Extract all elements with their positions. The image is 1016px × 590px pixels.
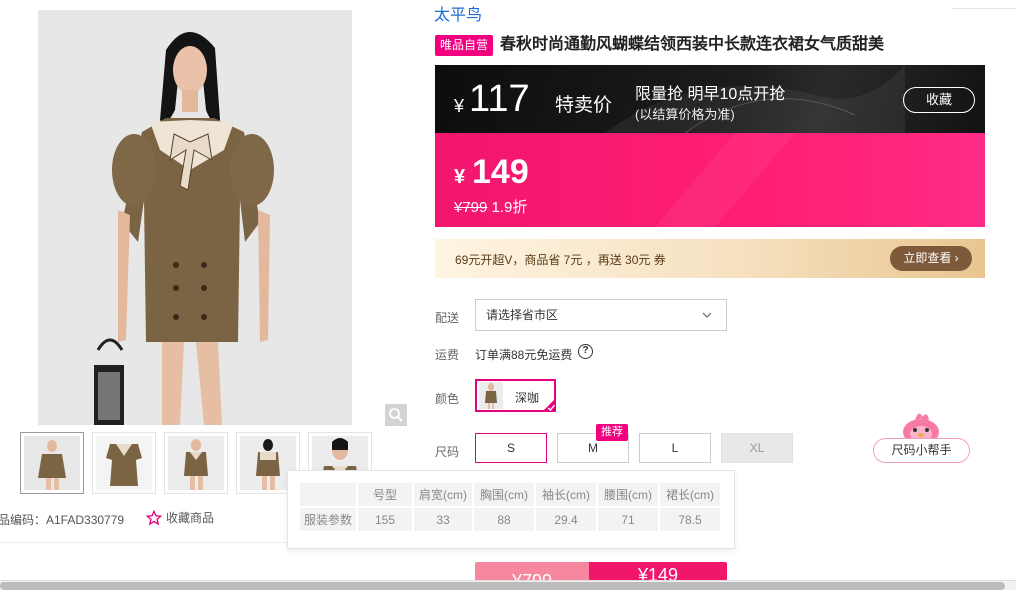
size-chart-header: 腰围(cm) [598, 483, 659, 506]
size-chart-cell: 29.4 [536, 508, 597, 531]
shipping-info: 订单满88元免运费 [475, 348, 573, 362]
color-option-selected[interactable]: 深咖 [475, 379, 556, 412]
size-chart-cell: 155 [358, 508, 413, 531]
original-price-row: ¥799 1.9折 [454, 196, 527, 217]
size-chart-row: 服装参数 155 33 88 29.4 71 78.5 [300, 508, 721, 531]
delivery-region-placeholder: 请选择省市区 [486, 308, 559, 322]
delivery-label: 配送 [435, 311, 460, 325]
size-chart-header: 裙长(cm) [660, 483, 721, 506]
favorite-button[interactable]: 收藏 [903, 87, 975, 113]
size-chart-header: 胸围(cm) [474, 483, 535, 506]
original-price: ¥799 [454, 199, 488, 216]
favorite-product-label: 收藏商品 [166, 511, 215, 525]
divider [952, 8, 1016, 9]
chevron-right-icon: › [954, 251, 959, 265]
star-icon [146, 509, 162, 525]
flash-sale-time: 限量抢 明早10点开抢 [635, 86, 786, 103]
color-label: 颜色 [435, 392, 460, 406]
color-name: 深咖 [515, 391, 540, 405]
sale-currency: ¥ [454, 166, 466, 188]
promo-price-label: 特卖价 [555, 95, 613, 116]
flash-sale-note: (以结算价格为准) [635, 107, 735, 122]
size-option-xl: XL [721, 433, 793, 463]
vip-self-operated-badge: 唯品自营 [435, 35, 494, 56]
shipping-label: 运费 [435, 348, 460, 362]
flash-sale-banner: ¥ 117 特卖价 限量抢 明早10点开抢 (以结算价格为准) 收藏 [435, 65, 985, 133]
thumbnail[interactable] [92, 432, 156, 494]
brand-link[interactable]: 太平鸟 [434, 6, 482, 26]
promo-price: 117 [469, 78, 530, 120]
help-icon[interactable]: ? [578, 344, 593, 359]
size-chart-cell: 33 [414, 508, 473, 531]
size-chart-header: 袖长(cm) [536, 483, 597, 506]
size-chart-cell: 78.5 [660, 508, 721, 531]
thumbnail[interactable] [164, 432, 228, 494]
scrollbar-thumb[interactable] [0, 582, 1005, 590]
size-chart-corner [300, 483, 357, 506]
size-chart-header: 号型 [358, 483, 413, 506]
size-chart-row-label: 服装参数 [300, 508, 357, 531]
favorite-product-link[interactable]: 收藏商品 [146, 509, 214, 526]
thumbnail[interactable] [20, 432, 84, 494]
coupon-text: 69元开超V，商品省 7元 ，再送 30元 券 [455, 253, 666, 267]
discount-rate: 1.9折 [491, 199, 528, 216]
chevron-down-icon [702, 312, 712, 318]
size-chart-popup: 号型 肩宽(cm) 胸围(cm) 袖长(cm) 腰围(cm) 裙长(cm) 服装… [287, 470, 735, 549]
product-title: 春秋时尚通勤风蝴蝶结领西装中长款连衣裙女气质甜美 [500, 36, 885, 53]
size-chart-header: 肩宽(cm) [414, 483, 473, 506]
view-now-label: 立即查看 [903, 251, 952, 265]
model-photo [38, 10, 352, 425]
zoom-icon[interactable] [385, 404, 407, 426]
size-helper-button[interactable]: 尺码小帮手 [873, 438, 970, 463]
current-price-panel: ¥ 149 ¥799 1.9折 [435, 133, 985, 227]
size-label: 尺码 [435, 445, 460, 459]
size-chart-cell: 88 [474, 508, 535, 531]
selected-check-icon [542, 398, 556, 412]
size-chart-cell: 71 [598, 508, 659, 531]
product-code: 品编码：A1FAD330779 [0, 513, 125, 527]
sale-price: 149 [472, 153, 529, 191]
size-chart-table: 号型 肩宽(cm) 胸围(cm) 袖长(cm) 腰围(cm) 裙长(cm) 服装… [298, 481, 722, 533]
view-now-button[interactable]: 立即查看 › [890, 246, 972, 271]
size-option-l[interactable]: L [639, 433, 711, 463]
recommended-badge: 推荐 [596, 424, 628, 441]
color-swatch-image [479, 382, 503, 409]
size-chart-header-row: 号型 肩宽(cm) 胸围(cm) 袖长(cm) 腰围(cm) 裙长(cm) [300, 483, 721, 506]
promo-currency: ¥ [454, 96, 465, 116]
horizontal-scrollbar[interactable] [0, 580, 1016, 590]
size-option-s[interactable]: S [475, 433, 547, 463]
super-vip-coupon-bar: 69元开超V，商品省 7元 ，再送 30元 券 立即查看 › [435, 239, 985, 278]
main-product-image[interactable] [38, 10, 352, 425]
delivery-region-select[interactable]: 请选择省市区 [475, 299, 727, 331]
